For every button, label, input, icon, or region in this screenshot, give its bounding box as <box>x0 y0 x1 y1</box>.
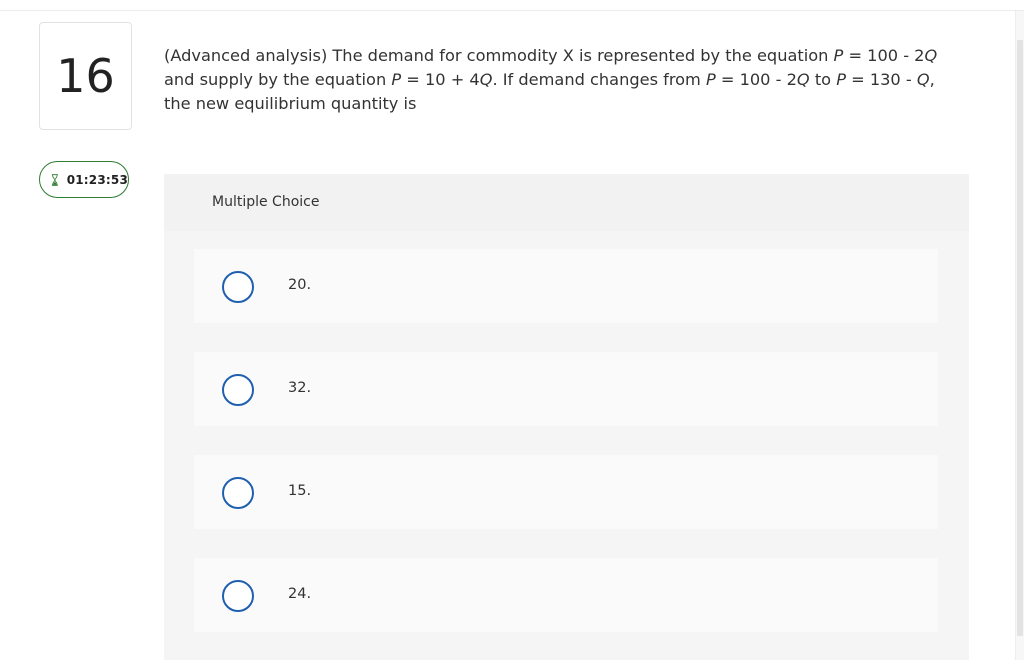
radio-circle-icon[interactable] <box>222 477 254 509</box>
options-list: 20. 32. 15. 24. <box>164 231 969 660</box>
multiple-choice-label: Multiple Choice <box>212 194 320 210</box>
radio-circle-icon[interactable] <box>222 580 254 612</box>
math-variable: Q <box>924 46 938 65</box>
math-variable: P <box>391 70 402 89</box>
question-text: (Advanced analysis) The demand for commo… <box>164 44 964 116</box>
question-text-segment: and supply by the equation <box>164 70 392 89</box>
question-text-segment: = 10 + 4 <box>401 70 480 89</box>
option-label: 32. <box>288 380 312 396</box>
question-text-segment: (Advanced analysis) The demand for commo… <box>164 46 834 65</box>
math-variable: P <box>705 70 716 89</box>
math-variable: Q <box>796 70 810 89</box>
option-3[interactable]: 15. <box>194 455 938 529</box>
question-text-segment: = 100 - 2 <box>715 70 797 89</box>
option-label: 15. <box>288 483 312 499</box>
top-bar <box>0 0 1024 11</box>
multiple-choice-header: Multiple Choice <box>164 174 969 231</box>
question-text-segment: = 130 - <box>845 70 917 89</box>
radio-circle-icon[interactable] <box>222 271 254 303</box>
question-text-segment: . If demand changes from <box>492 70 706 89</box>
multiple-choice-panel: Multiple Choice 20. 32. 15. 24. <box>164 174 969 660</box>
option-label: 20. <box>288 277 312 293</box>
math-variable: P <box>833 46 844 65</box>
question-text-segment: to <box>809 70 837 89</box>
timer-badge[interactable]: 01:23:53 <box>39 161 129 198</box>
math-variable: Q <box>479 70 493 89</box>
option-4[interactable]: 24. <box>194 558 938 632</box>
question-number: 16 <box>39 22 132 130</box>
page: 16 01:23:53 (Advanced analysis) The dema… <box>0 0 1024 660</box>
scrollbar-thumb[interactable] <box>1017 40 1023 636</box>
math-variable: P <box>836 70 846 89</box>
option-1[interactable]: 20. <box>194 249 938 323</box>
option-2[interactable]: 32. <box>194 352 938 426</box>
hourglass-icon <box>51 173 58 186</box>
math-variable: Q <box>916 70 930 89</box>
radio-circle-icon[interactable] <box>222 374 254 406</box>
option-label: 24. <box>288 586 312 602</box>
question-text-segment: = 100 - 2 <box>843 46 925 65</box>
timer-text: 01:23:53 <box>66 172 128 187</box>
question-number-text: 16 <box>56 49 115 103</box>
